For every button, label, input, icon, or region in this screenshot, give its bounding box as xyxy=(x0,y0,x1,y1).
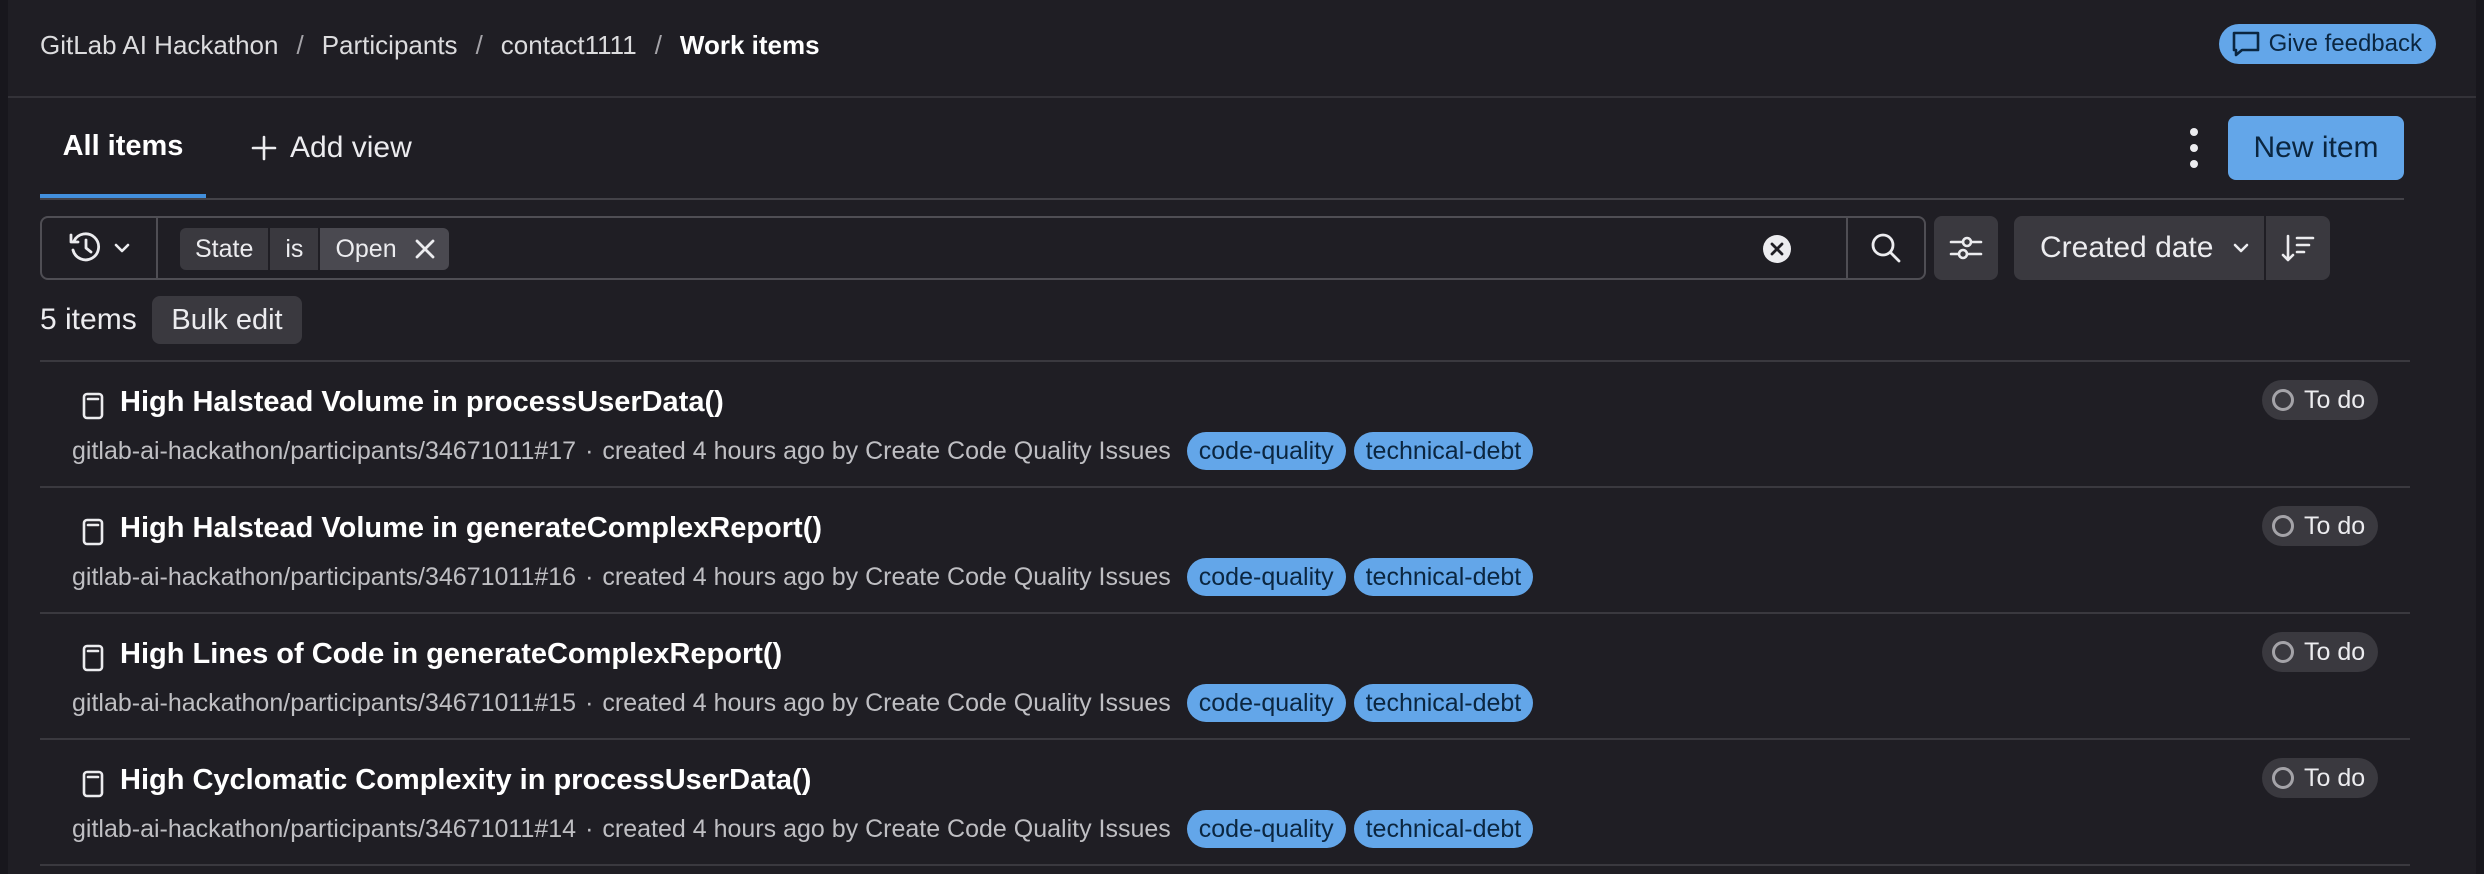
settings-sliders-icon xyxy=(1949,236,1983,260)
breadcrumb-subgroup[interactable]: Participants xyxy=(322,30,458,61)
meta-separator: · xyxy=(585,436,594,465)
close-icon[interactable] xyxy=(413,237,437,261)
bulk-edit-button[interactable]: Bulk edit xyxy=(152,296,302,344)
work-item-title[interactable]: High Halstead Volume in generateComplexR… xyxy=(120,512,822,545)
filter-token-value-text: Open xyxy=(335,234,397,263)
status-circle-icon xyxy=(2272,641,2294,663)
clear-filters-icon[interactable] xyxy=(1762,234,1792,264)
work-item-created: created 4 hours ago by Create Code Quali… xyxy=(602,814,1171,843)
status-badge: To do xyxy=(2262,632,2378,672)
top-bar: GitLab AI Hackathon / Participants / con… xyxy=(8,0,2476,98)
work-item-reference[interactable]: gitlab-ai-hackathon/participants/3467101… xyxy=(72,437,576,466)
status-badge: To do xyxy=(2262,506,2378,546)
add-view-label: Add view xyxy=(290,131,412,164)
work-item-created: created 4 hours ago by Create Code Quali… xyxy=(602,688,1171,717)
issue-icon xyxy=(82,770,104,798)
status-badge: To do xyxy=(2262,758,2378,798)
chevron-down-icon xyxy=(2234,243,2249,253)
filter-token-value: Open xyxy=(320,228,449,270)
sort-direction-button[interactable] xyxy=(2266,216,2330,280)
history-icon xyxy=(69,232,101,262)
status-circle-icon xyxy=(2272,515,2294,537)
work-item-meta: gitlab-ai-hackathon/participants/3467101… xyxy=(72,558,1534,596)
work-item-reference[interactable]: gitlab-ai-hackathon/participants/3467101… xyxy=(72,815,576,844)
label-badge[interactable]: code-quality xyxy=(1186,558,1346,596)
sort-descending-icon xyxy=(2281,234,2315,262)
meta-separator: · xyxy=(585,688,594,717)
work-item-title[interactable]: High Cyclomatic Complexity in processUse… xyxy=(120,764,811,797)
breadcrumb-separator: / xyxy=(475,30,483,60)
view-tabs: All items Add view New item xyxy=(40,98,2404,200)
work-item-title[interactable]: High Halstead Volume in processUserData(… xyxy=(120,386,724,419)
work-item-title[interactable]: High Lines of Code in generateComplexRep… xyxy=(120,638,782,671)
more-actions-icon[interactable] xyxy=(2182,128,2206,168)
label-badge[interactable]: code-quality xyxy=(1186,432,1346,470)
label-badge[interactable]: technical-debt xyxy=(1353,558,1534,596)
work-item-reference[interactable]: gitlab-ai-hackathon/participants/3467101… xyxy=(72,689,576,718)
label-badge[interactable]: technical-debt xyxy=(1353,684,1534,722)
label-badge[interactable]: code-quality xyxy=(1186,684,1346,722)
display-options-button[interactable] xyxy=(1934,216,1998,280)
work-item-row[interactable]: High Halstead Volume in generateComplexR… xyxy=(40,488,2410,614)
work-items-list: High Halstead Volume in processUserData(… xyxy=(40,360,2410,866)
work-item-row[interactable]: High Cyclomatic Complexity in processUse… xyxy=(40,740,2410,866)
status-label: To do xyxy=(2304,763,2366,792)
work-item-created: created 4 hours ago by Create Code Quali… xyxy=(602,562,1171,591)
status-circle-icon xyxy=(2272,767,2294,789)
breadcrumb-current[interactable]: Work items xyxy=(680,30,820,61)
work-item-reference[interactable]: gitlab-ai-hackathon/participants/3467101… xyxy=(72,563,576,592)
new-item-button[interactable]: New item xyxy=(2228,116,2404,180)
filter-bar[interactable]: State is Open xyxy=(40,216,1926,280)
status-circle-icon xyxy=(2272,389,2294,411)
breadcrumb-separator: / xyxy=(296,30,304,60)
label-badge[interactable]: technical-debt xyxy=(1353,810,1534,848)
sort-field-dropdown[interactable]: Created date xyxy=(2014,216,2264,280)
recent-searches-button[interactable] xyxy=(42,218,158,278)
meta-separator: · xyxy=(585,562,594,591)
sort-field-label: Created date xyxy=(2040,231,2214,264)
work-item-meta: gitlab-ai-hackathon/participants/3467101… xyxy=(72,810,1534,848)
work-item-row[interactable]: High Lines of Code in generateComplexRep… xyxy=(40,614,2410,740)
status-badge: To do xyxy=(2262,380,2378,420)
label-badge[interactable]: technical-debt xyxy=(1353,432,1534,470)
give-feedback-label: Give feedback xyxy=(2268,30,2422,57)
work-item-row[interactable]: High Halstead Volume in processUserData(… xyxy=(40,362,2410,488)
search-button[interactable] xyxy=(1846,218,1924,278)
filter-token-operator: is xyxy=(270,228,319,270)
filter-token-field: State xyxy=(180,228,269,270)
label-badge[interactable]: code-quality xyxy=(1186,810,1346,848)
tab-all-items[interactable]: All items xyxy=(40,98,206,198)
items-count: 5 items xyxy=(40,303,137,336)
filter-token-state[interactable]: State is Open xyxy=(180,228,449,270)
sort-controls: Created date xyxy=(2014,216,2330,280)
status-label: To do xyxy=(2304,637,2366,666)
breadcrumb-separator: / xyxy=(654,30,662,60)
work-items-page: GitLab AI Hackathon / Participants / con… xyxy=(8,0,2476,874)
plus-icon xyxy=(251,135,277,161)
issue-icon xyxy=(82,518,104,546)
search-icon xyxy=(1871,233,1901,263)
breadcrumb: GitLab AI Hackathon / Participants / con… xyxy=(40,30,820,61)
issue-icon xyxy=(82,644,104,672)
work-item-meta: gitlab-ai-hackathon/participants/3467101… xyxy=(72,432,1534,470)
breadcrumb-project[interactable]: contact1111 xyxy=(501,30,637,61)
work-item-created: created 4 hours ago by Create Code Quali… xyxy=(602,436,1171,465)
give-feedback-button[interactable]: Give feedback xyxy=(2218,24,2436,64)
meta-separator: · xyxy=(585,814,594,843)
comment-icon xyxy=(2232,31,2259,57)
status-label: To do xyxy=(2304,511,2366,540)
breadcrumb-group[interactable]: GitLab AI Hackathon xyxy=(40,30,278,61)
issue-icon xyxy=(82,392,104,420)
status-label: To do xyxy=(2304,385,2366,414)
add-view-button[interactable]: Add view xyxy=(250,128,412,168)
work-item-meta: gitlab-ai-hackathon/participants/3467101… xyxy=(72,684,1534,722)
chevron-down-icon xyxy=(114,243,130,253)
